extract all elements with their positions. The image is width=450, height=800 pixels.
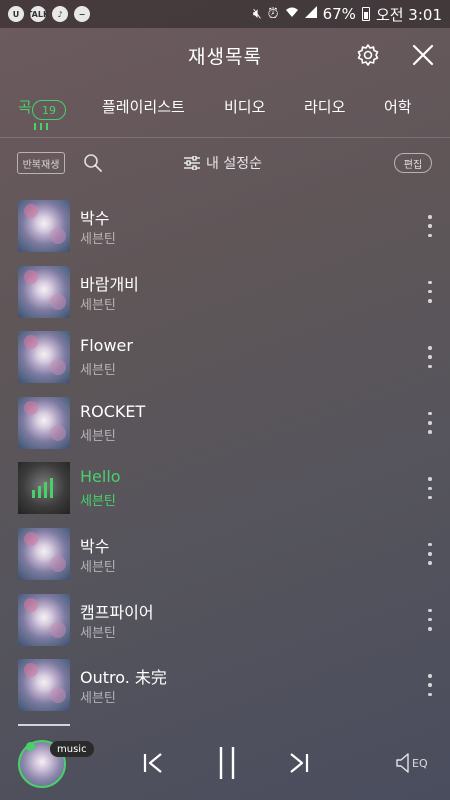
tab-songs[interactable]: 곡 [18, 96, 32, 117]
song-title: 바람개비 [80, 274, 139, 294]
more-options-icon[interactable] [422, 411, 438, 434]
equalizer-icon [32, 478, 53, 499]
song-row[interactable]: 박수 세븐틴 [0, 521, 450, 587]
song-artist: 세븐틴 [80, 691, 116, 707]
more-options-icon[interactable] [422, 346, 438, 369]
song-title: 박수 [80, 209, 110, 228]
more-options-icon[interactable] [422, 542, 438, 565]
previous-button[interactable] [138, 748, 168, 778]
album-art [18, 331, 70, 384]
status-dot [26, 742, 35, 751]
song-title: Outro. 未完 [80, 668, 167, 688]
eq-label: EQ [412, 756, 428, 770]
tab-language-label: 어학 [384, 98, 412, 116]
music-note-icon: ♪ [52, 6, 68, 22]
song-artist: 세븐틴 [80, 232, 116, 247]
song-row-now-playing[interactable]: Hello 세븐틴 [0, 455, 450, 521]
speaker-icon [396, 753, 409, 773]
mute-icon: 🔇︎ [252, 6, 262, 22]
mini-player: music EQ [0, 722, 450, 800]
album-art [18, 659, 70, 712]
song-row[interactable]: ROCKET 세븐틴 [0, 390, 450, 456]
sort-label: 내 설정순 [206, 156, 262, 172]
tab-bar: 곡 19 플레이리스트 비디오 라디오 어학 [0, 92, 450, 134]
song-row[interactable]: 바람개비 세븐틴 [0, 259, 450, 325]
album-art-now-playing [18, 462, 70, 515]
music-badge: music [50, 741, 94, 757]
u-plus-icon: U [8, 6, 24, 22]
eq-button[interactable]: EQ [396, 748, 432, 778]
tab-video[interactable]: 비디오 [224, 96, 265, 117]
partial-album-art [18, 724, 70, 726]
song-artist: 세븐틴 [80, 363, 116, 379]
next-icon [290, 753, 309, 773]
song-row[interactable]: 캠프파이어 세븐틴 [0, 587, 450, 653]
song-title: Hello [80, 467, 121, 487]
more-options-icon[interactable] [422, 280, 438, 303]
tab-video-label: 비디오 [224, 98, 266, 116]
album-art [18, 593, 70, 646]
search-icon [84, 154, 102, 172]
more-options-icon[interactable] [422, 608, 438, 631]
gear-icon [357, 44, 379, 66]
song-list: 박수 세븐틴 바람개비 세븐틴 Flower 세븐틴 ROCKET 세븐틴 He… [0, 193, 450, 718]
pause-icon [219, 747, 235, 779]
close-icon [412, 44, 434, 66]
song-title: ROCKET [80, 401, 146, 421]
tab-radio[interactable]: 라디오 [304, 96, 345, 117]
more-options-icon[interactable] [422, 215, 438, 237]
repeat-button[interactable]: 반복재생 [17, 152, 65, 174]
song-artist: 세븐틴 [80, 494, 116, 510]
tab-playlists-label: 플레이리스트 [102, 98, 185, 116]
active-tab-indicator [34, 123, 48, 130]
wifi-icon [285, 6, 299, 22]
song-title: 박수 [80, 536, 110, 556]
album-art [18, 527, 70, 580]
notification-icons: U TALK ♪ − [8, 6, 90, 22]
settings-button[interactable] [351, 38, 385, 72]
tab-language[interactable]: 어학 [384, 96, 412, 117]
album-art [18, 396, 70, 449]
previous-icon [143, 753, 162, 773]
song-row[interactable]: 박수 세븐틴 [0, 193, 450, 259]
minus-circle-icon: − [74, 6, 90, 22]
song-title: Flower [80, 336, 133, 356]
more-options-icon[interactable] [422, 674, 438, 697]
page-title: 재생목록 [188, 45, 262, 68]
alarm-icon: ⏰︎ [267, 6, 279, 22]
list-toolbar: 반복재생 내 설정순 편집 [0, 148, 450, 180]
divider [0, 137, 450, 138]
more-options-icon[interactable] [422, 477, 438, 500]
edit-button[interactable]: 편집 [394, 153, 432, 173]
song-artist: 세븐틴 [80, 428, 116, 444]
status-bar: U TALK ♪ − 🔇︎ ⏰︎ 67% 오전 3:01 [0, 0, 450, 28]
battery-icon [361, 7, 370, 21]
talk-icon: TALK [27, 6, 49, 22]
search-button[interactable] [83, 153, 105, 175]
sliders-icon [184, 156, 200, 170]
song-row[interactable]: Flower 세븐틴 [0, 324, 450, 390]
pause-button[interactable] [212, 747, 242, 779]
song-row[interactable]: Outro. 未完 세븐틴 [0, 652, 450, 718]
next-button[interactable] [284, 748, 314, 778]
battery-percent: 67% [322, 5, 356, 23]
song-artist: 세븐틴 [80, 625, 116, 641]
song-artist: 세븐틴 [80, 297, 116, 313]
album-art [18, 200, 70, 252]
tab-radio-label: 라디오 [304, 98, 346, 116]
album-art [18, 265, 70, 318]
sort-button[interactable]: 내 설정순 [184, 153, 262, 173]
signal-icon [304, 6, 317, 22]
song-title: 캠프파이어 [80, 602, 154, 622]
close-button[interactable] [406, 38, 440, 72]
tab-songs-label: 곡 [18, 98, 32, 116]
song-artist: 세븐틴 [80, 559, 116, 575]
clock: 오전 3:01 [375, 5, 442, 24]
tab-playlists[interactable]: 플레이리스트 [102, 96, 185, 117]
song-count-badge: 19 [32, 100, 66, 120]
header: 재생목록 [0, 28, 450, 82]
